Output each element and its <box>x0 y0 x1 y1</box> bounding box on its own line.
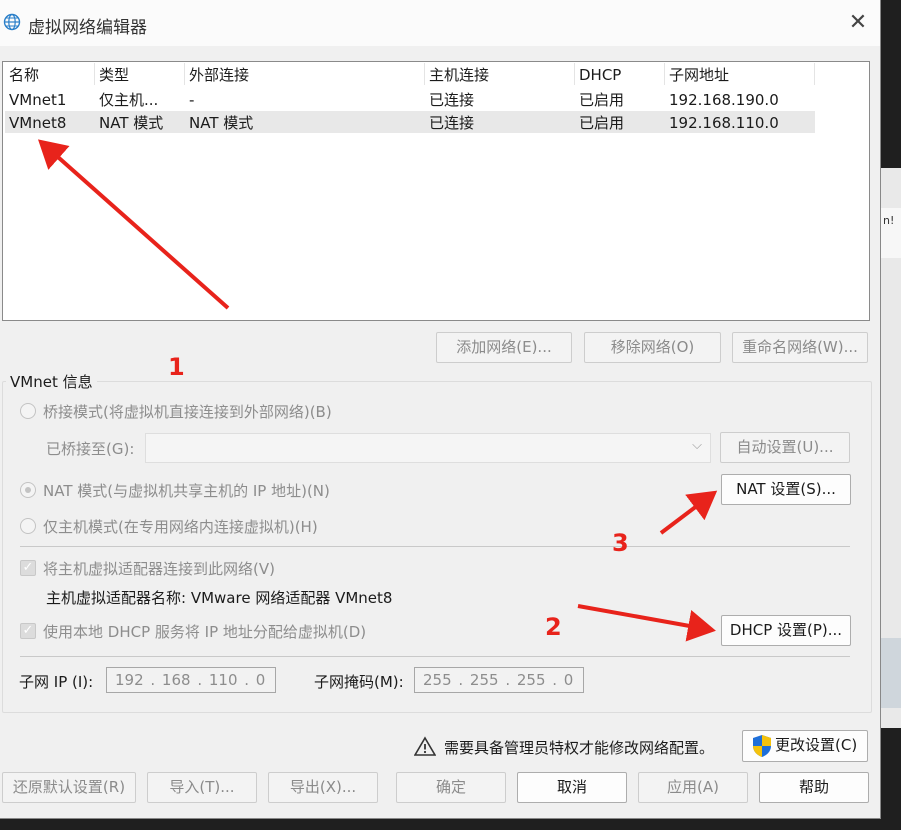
import-button[interactable]: 导入(T)... <box>147 772 257 803</box>
restore-defaults-button[interactable]: 还原默认设置(R) <box>2 772 136 803</box>
row-type: NAT 模式 <box>99 114 164 132</box>
connect-adapter-label: 将主机虚拟适配器连接到此网络(V) <box>43 560 275 578</box>
vmnet-info-label: VMnet 信息 <box>6 371 97 392</box>
subnet-ip-input[interactable]: 192 . 168 . 110 . 0 <box>106 667 276 693</box>
column-header-external[interactable]: 外部连接 <box>185 63 425 85</box>
annotation-number-1: 1 <box>168 353 185 381</box>
bridged-to-label: 已桥接至(G): <box>46 440 135 458</box>
row-dhcp: 已启用 <box>579 91 625 109</box>
change-settings-label: 更改设置(C) <box>775 736 858 754</box>
subnet-mask-input[interactable]: 255 . 255 . 255 . 0 <box>414 667 584 693</box>
help-button[interactable]: 帮助 <box>759 772 869 803</box>
bridged-to-select[interactable]: ⌵ <box>145 433 711 463</box>
network-list[interactable]: 名称 类型 外部连接 主机连接 DHCP 子网地址 VMnet1 仅主机... … <box>2 61 870 321</box>
background-window-panel: n! <box>881 208 901 258</box>
export-button[interactable]: 导出(X)... <box>268 772 378 803</box>
nat-mode-radio[interactable] <box>20 482 36 498</box>
row-type: 仅主机... <box>99 91 159 109</box>
close-icon[interactable]: ✕ <box>846 10 870 36</box>
annotation-number-2: 2 <box>545 613 562 641</box>
row-dhcp: 已启用 <box>579 114 625 132</box>
nat-mode-label: NAT 模式(与虚拟机共享主机的 IP 地址)(N) <box>43 482 330 500</box>
host-only-radio[interactable] <box>20 518 36 534</box>
column-header-name[interactable]: 名称 <box>5 63 95 85</box>
column-header-dhcp[interactable]: DHCP <box>575 63 665 85</box>
row-subnet: 192.168.190.0 <box>669 91 779 109</box>
admin-notice: 需要具备管理员特权才能修改网络配置。 <box>444 739 715 757</box>
adapter-name-label: 主机虚拟适配器名称: VMware 网络适配器 VMnet8 <box>46 589 393 607</box>
vmnet-info-group <box>2 381 872 713</box>
row-name: VMnet8 <box>9 114 67 132</box>
globe-icon <box>3 13 21 31</box>
dhcp-settings-button[interactable]: DHCP 设置(P)... <box>721 615 851 646</box>
bridge-mode-radio[interactable] <box>20 403 36 419</box>
column-header-subnet[interactable]: 子网地址 <box>665 63 815 85</box>
row-host: 已连接 <box>429 91 475 109</box>
row-external: - <box>189 91 195 109</box>
background-window-text: n! <box>883 214 895 227</box>
divider <box>20 546 850 547</box>
connect-adapter-checkbox[interactable]: ✓ <box>20 560 36 576</box>
change-settings-button[interactable]: 更改设置(C) <box>742 730 868 762</box>
table-row[interactable]: VMnet1 仅主机... - 已连接 已启用 192.168.190.0 <box>5 88 815 110</box>
cancel-button[interactable]: 取消 <box>517 772 627 803</box>
bridge-mode-label: 桥接模式(将虚拟机直接连接到外部网络)(B) <box>43 403 332 421</box>
ok-button[interactable]: 确定 <box>396 772 506 803</box>
column-header-host[interactable]: 主机连接 <box>425 63 575 85</box>
add-network-button[interactable]: 添加网络(E)... <box>436 332 572 363</box>
background-window: n! <box>880 168 901 728</box>
column-header-type[interactable]: 类型 <box>95 63 185 85</box>
annotation-number-3: 3 <box>612 529 629 557</box>
row-name: VMnet1 <box>9 91 67 109</box>
nat-settings-button[interactable]: NAT 设置(S)... <box>721 474 851 505</box>
chevron-down-icon: ⌵ <box>692 438 702 453</box>
table-row[interactable]: VMnet8 NAT 模式 NAT 模式 已连接 已启用 192.168.110… <box>5 111 815 133</box>
host-only-label: 仅主机模式(在专用网络内连接虚拟机)(H) <box>43 518 318 536</box>
title-bar[interactable]: 虚拟网络编辑器 ✕ <box>0 0 880 46</box>
subnet-mask-label: 子网掩码(M): <box>314 673 404 691</box>
rename-network-button[interactable]: 重命名网络(W)... <box>732 332 868 363</box>
list-header: 名称 类型 外部连接 主机连接 DHCP 子网地址 <box>5 63 815 85</box>
subnet-ip-label: 子网 IP (I): <box>19 673 94 691</box>
uac-shield-icon <box>753 735 771 757</box>
remove-network-button[interactable]: 移除网络(O) <box>584 332 721 363</box>
row-host: 已连接 <box>429 114 475 132</box>
apply-button[interactable]: 应用(A) <box>638 772 748 803</box>
window-title: 虚拟网络编辑器 <box>28 18 147 38</box>
row-subnet: 192.168.110.0 <box>669 114 779 132</box>
warning-icon <box>414 736 436 756</box>
row-external: NAT 模式 <box>189 114 254 132</box>
background-window-panel-2 <box>881 638 901 708</box>
auto-settings-button[interactable]: 自动设置(U)... <box>720 432 850 463</box>
dhcp-label: 使用本地 DHCP 服务将 IP 地址分配给虚拟机(D) <box>43 623 367 641</box>
virtual-network-editor-window: 虚拟网络编辑器 ✕ 名称 类型 外部连接 主机连接 DHCP 子网地址 VMne… <box>0 0 881 819</box>
divider <box>20 656 850 657</box>
dhcp-checkbox[interactable]: ✓ <box>20 623 36 639</box>
